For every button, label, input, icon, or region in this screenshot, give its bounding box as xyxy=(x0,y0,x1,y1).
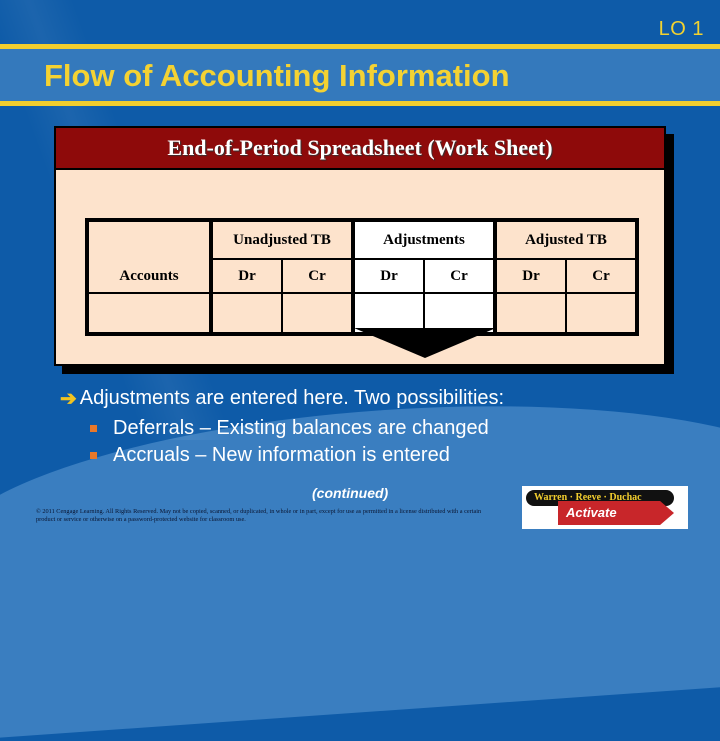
bullet-list: ➔ Adjustments are entered here. Two poss… xyxy=(60,386,504,467)
worksheet-table: Accounts Unadjusted TB Adjustments Adjus… xyxy=(85,218,639,336)
accounts-header: Accounts xyxy=(85,218,212,294)
group-header-adjusted: Adjusted TB xyxy=(493,218,639,260)
adjustments-dr-header: Dr xyxy=(351,258,425,294)
learning-objective-label: LO 1 xyxy=(658,18,704,40)
main-bullet-text: Adjustments are entered here. Two possib… xyxy=(79,387,505,409)
main-bullet: ➔ Adjustments are entered here. Two poss… xyxy=(60,386,504,411)
adjusted-cr-header: Cr xyxy=(565,258,639,294)
arrow-right-icon: ➔ xyxy=(60,388,77,410)
group-header-unadjusted: Unadjusted TB xyxy=(209,218,354,260)
sub-bullet-text: Accruals – New information is entered xyxy=(113,444,450,466)
sub-bullet: Deferrals – Existing balances are change… xyxy=(90,417,504,440)
square-bullet-icon xyxy=(90,425,97,432)
publisher-logo: Warren · Reeve · Duchac Activate Learnin… xyxy=(522,486,688,529)
sub-bullet-text: Deferrals – Existing balances are change… xyxy=(113,417,489,439)
worksheet-header: End-of-Period Spreadsheet (Work Sheet) xyxy=(56,128,664,170)
unadjusted-cr-header: Cr xyxy=(281,258,354,294)
adjusted-dr-header: Dr xyxy=(493,258,567,294)
slide-title: Flow of Accounting Information xyxy=(44,58,510,93)
adjustments-cr-header: Cr xyxy=(423,258,496,294)
worksheet-card: End-of-Period Spreadsheet (Work Sheet) A… xyxy=(54,126,666,366)
square-bullet-icon xyxy=(90,452,97,459)
logo-tagline: Activate Learning xyxy=(558,501,674,525)
copyright-notice: © 2011 Cengage Learning. All Rights Rese… xyxy=(36,508,482,523)
unadjusted-dr-header: Dr xyxy=(209,258,283,294)
arrow-down-icon xyxy=(354,328,496,358)
unadjusted-dr-cell xyxy=(209,292,283,336)
adjusted-cr-cell xyxy=(565,292,639,336)
unadjusted-cr-cell xyxy=(281,292,354,336)
continued-label: (continued) xyxy=(312,485,389,501)
title-band: Flow of Accounting Information xyxy=(0,44,720,106)
group-header-adjustments: Adjustments xyxy=(351,218,496,260)
worksheet-title: End-of-Period Spreadsheet (Work Sheet) xyxy=(167,135,553,160)
adjusted-dr-cell xyxy=(493,292,567,336)
accounts-cell xyxy=(85,292,212,336)
sub-bullet: Accruals – New information is entered xyxy=(90,444,504,467)
